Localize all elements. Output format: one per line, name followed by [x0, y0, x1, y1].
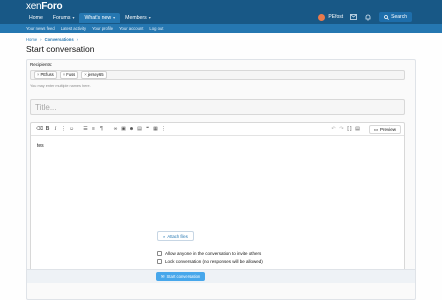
recipient-token[interactable]: ×jersey65: [81, 71, 107, 79]
site-logo[interactable]: xenForo: [26, 1, 63, 12]
attach-files-button[interactable]: ⌕ Attach files: [157, 231, 194, 241]
conversation-form: Recipients: ×PEfuss ×Fuss ×jersey65 You …: [26, 59, 416, 300]
table-icon[interactable]: ▦: [152, 125, 159, 133]
start-conversation-button[interactable]: ✉ Start conversation: [156, 272, 206, 281]
paperclip-icon: ⌕: [163, 233, 166, 239]
preview-button[interactable]: ▭ Preview: [368, 125, 401, 134]
lock-option-label: Lock conversation (no responses will be …: [165, 259, 263, 264]
bbcode-toggle-icon[interactable]: [ ]: [346, 125, 353, 133]
inbox-icon[interactable]: [350, 14, 358, 20]
list-icon[interactable]: ☰: [82, 125, 89, 133]
message-editor[interactable]: ⌫ B I ⋮ ☺ ☰ ≡ ¶ ∞ ▣ ☻ ▤ ❝ ▦ ⋮ ↶ ↷ [ ] ▤ …: [30, 122, 405, 280]
undo-icon[interactable]: ↶: [330, 125, 337, 133]
sub-nav: Your news feed Latest activity Your prof…: [0, 24, 442, 33]
recipients-label: Recipients:: [30, 62, 53, 67]
nav-home[interactable]: Home: [26, 13, 48, 23]
more-text-options-icon[interactable]: ⋮: [60, 125, 67, 133]
avatar[interactable]: [318, 13, 326, 21]
main-nav: Home Forums ▾ What's new ▾ Members ▾: [26, 13, 156, 23]
breadcrumb-separator: ›: [76, 37, 79, 42]
close-icon[interactable]: ×: [63, 72, 65, 77]
recipient-token[interactable]: ×Fuss: [59, 71, 79, 79]
emoji-icon[interactable]: ☻: [128, 125, 135, 133]
image-icon[interactable]: ▣: [120, 125, 127, 133]
redo-icon[interactable]: ↷: [338, 125, 345, 133]
user-name[interactable]: PEfost: [328, 14, 343, 20]
italic-icon[interactable]: I: [52, 125, 59, 133]
invite-checkbox[interactable]: [157, 251, 162, 256]
chevron-down-icon[interactable]: ▾: [72, 15, 74, 20]
editor-text[interactable]: tes: [37, 143, 44, 149]
lock-option[interactable]: Lock conversation (no responses will be …: [157, 259, 263, 264]
eraser-icon[interactable]: ⌫: [36, 125, 43, 133]
quote-icon[interactable]: ❝: [144, 125, 151, 133]
drafts-icon[interactable]: ▤: [354, 125, 361, 133]
user-area: PEfost Search: [318, 11, 412, 23]
more-options-icon[interactable]: ⋮: [160, 125, 167, 133]
title-input[interactable]: Title...: [30, 99, 405, 115]
media-icon[interactable]: ▤: [136, 125, 143, 133]
chat-icon: ✉: [161, 274, 165, 279]
breadcrumb-separator: ›: [40, 37, 42, 42]
link-icon[interactable]: ∞: [112, 125, 119, 133]
subnav-latest-activity[interactable]: Latest activity: [61, 24, 86, 33]
subnav-your-account[interactable]: Your account: [119, 24, 143, 33]
close-icon[interactable]: ×: [84, 72, 86, 77]
smilie-icon[interactable]: ☺: [68, 125, 75, 133]
chevron-down-icon[interactable]: ▾: [113, 15, 115, 20]
subnav-log-out[interactable]: Log out: [149, 24, 163, 33]
chevron-down-icon[interactable]: ▾: [149, 15, 151, 20]
editor-toolbar: ⌫ B I ⋮ ☺ ☰ ≡ ¶ ∞ ▣ ☻ ▤ ❝ ▦ ⋮ ↶ ↷ [ ] ▤ …: [31, 123, 404, 136]
recipients-input[interactable]: ×PEfuss ×Fuss ×jersey65: [30, 70, 405, 80]
breadcrumb-home[interactable]: Home: [26, 37, 37, 42]
breadcrumb: Home › Conversations ›: [26, 37, 78, 42]
bell-icon[interactable]: [365, 14, 371, 21]
form-submit-row: ✉ Start conversation: [27, 269, 415, 283]
subnav-news-feed[interactable]: Your news feed: [26, 24, 55, 33]
nav-members[interactable]: Members ▾: [120, 13, 156, 23]
bold-icon[interactable]: B: [44, 125, 51, 133]
toolbar-right: ↶ ↷ [ ] ▤: [330, 125, 362, 133]
recipients-hint: You may enter multiple names here.: [30, 84, 91, 88]
site-header: xenForo Home Forums ▾ What's new ▾ Members…: [0, 0, 442, 24]
breadcrumb-conversations[interactable]: Conversations: [45, 37, 74, 42]
page-title: Start conversation: [26, 44, 95, 54]
lock-checkbox[interactable]: [157, 259, 162, 264]
search-button[interactable]: Search: [379, 12, 412, 22]
search-icon: [384, 14, 390, 20]
paragraph-icon[interactable]: ¶: [98, 125, 105, 133]
nav-forums[interactable]: Forums ▾: [48, 13, 80, 23]
preview-icon: ▭: [373, 126, 378, 132]
subnav-your-profile[interactable]: Your profile: [92, 24, 113, 33]
title-placeholder: Title...: [35, 102, 57, 112]
recipient-token[interactable]: ×PEfuss: [34, 71, 57, 79]
align-icon[interactable]: ≡: [90, 125, 97, 133]
invite-option[interactable]: Allow anyone in the conversation to invi…: [157, 251, 261, 256]
nav-whats-new[interactable]: What's new ▾: [79, 13, 121, 23]
invite-option-label: Allow anyone in the conversation to invi…: [165, 251, 262, 256]
